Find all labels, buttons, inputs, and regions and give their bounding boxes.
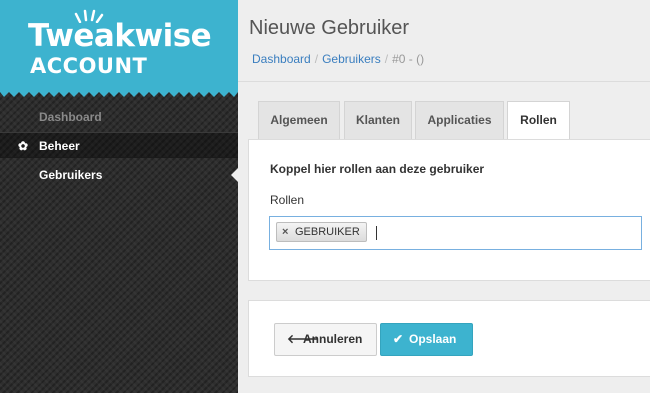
logo-text[interactable]: Tweakwise <box>28 18 212 54</box>
roles-panel: Koppel hier rollen aan deze gebruiker Ro… <box>248 139 650 281</box>
breadcrumb-link-gebruikers[interactable]: Gebruikers <box>322 52 381 66</box>
header-divider <box>238 81 650 82</box>
brand-zigzag-edge <box>0 91 238 97</box>
role-tag: × GEBRUIKER <box>276 222 367 242</box>
tab-rollen[interactable]: Rollen <box>507 101 570 141</box>
tag-remove-icon[interactable]: × <box>282 223 288 241</box>
sidebar-item-dashboard[interactable]: Dashboard <box>0 104 238 130</box>
sidebar: Tweakwise ACCOUNT Dashboard ✿ Beheer Geb… <box>0 0 238 393</box>
sidebar-item-beheer[interactable]: ✿ Beheer <box>0 132 238 158</box>
roles-field-label: Rollen <box>270 193 305 207</box>
gear-icon: ✿ <box>18 139 29 153</box>
brand-header: Tweakwise ACCOUNT <box>0 0 238 92</box>
sidebar-item-label: Dashboard <box>39 110 102 124</box>
save-button-label: Opslaan <box>409 332 457 346</box>
check-icon: ✔ <box>393 332 404 346</box>
breadcrumb-separator: / <box>314 52 319 66</box>
panel-heading: Koppel hier rollen aan deze gebruiker <box>270 162 485 176</box>
save-button[interactable]: ✔ Opslaan <box>380 323 473 356</box>
roles-tag-input[interactable]: × GEBRUIKER <box>269 216 642 250</box>
active-indicator <box>231 168 238 182</box>
tab-klanten[interactable]: Klanten <box>344 101 412 140</box>
role-tag-label: GEBRUIKER <box>295 226 360 238</box>
text-caret <box>376 226 377 240</box>
sidebar-item-label: Beheer <box>39 139 80 153</box>
actions-panel: 🡐 Annuleren ✔ Opslaan <box>248 300 650 377</box>
logo-subtext: ACCOUNT <box>30 54 148 78</box>
tab-applicaties[interactable]: Applicaties <box>415 101 504 140</box>
tab-algemeen[interactable]: Algemeen <box>258 101 340 140</box>
breadcrumb-link-dashboard[interactable]: Dashboard <box>252 52 311 66</box>
breadcrumb: Dashboard / Gebruikers / #0 - () <box>252 52 424 66</box>
arrow-left-icon: 🡐 <box>287 332 320 346</box>
breadcrumb-current: #0 - () <box>392 52 425 66</box>
sidebar-item-label: Gebruikers <box>39 168 103 182</box>
sidebar-item-gebruikers[interactable]: Gebruikers <box>0 162 238 188</box>
cancel-button[interactable]: 🡐 Annuleren <box>274 323 377 356</box>
page-title: Nieuwe Gebruiker <box>249 17 410 39</box>
breadcrumb-separator: / <box>384 52 389 66</box>
